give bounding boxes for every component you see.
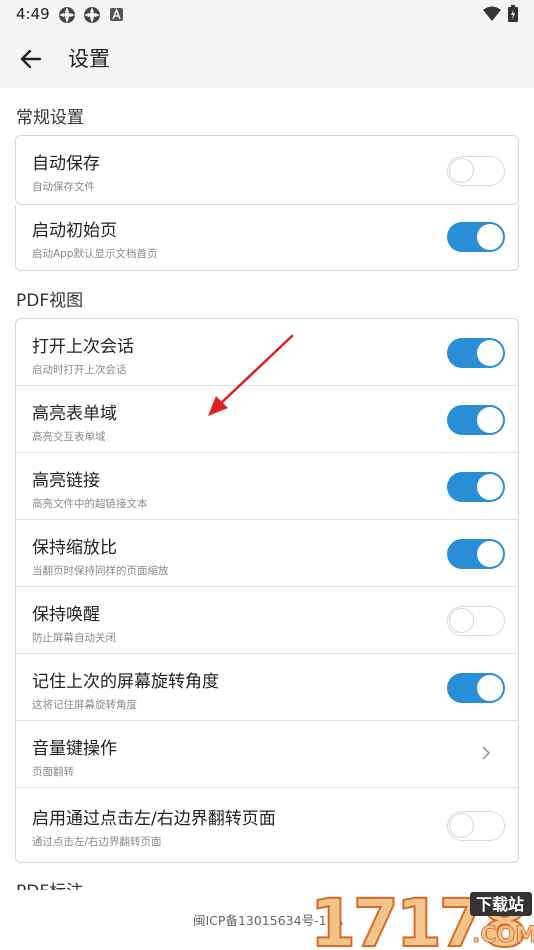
setting-row-autosave[interactable]: 自动保存 自动保存文件 [16,136,518,204]
setting-title: 高亮表单域 [32,404,117,424]
setting-row-startpage[interactable]: 启动初始页 启动App默认显示文档首页 [16,205,518,270]
setting-subtitle: 高亮交互表单域 [32,431,106,443]
chevron-right-icon [482,746,491,760]
setting-title: 自动保存 [32,154,100,174]
setting-subtitle: 防止屏幕自动关闭 [32,632,116,644]
arrow-left-icon[interactable] [18,46,44,72]
setting-row-volume-keys[interactable]: 音量键操作 页面翻转 [16,721,518,788]
toggle-knob [477,541,503,567]
section-title-pdf-annot: PDF标注 [16,877,83,890]
watermark-domain: .COM [472,923,534,948]
setting-row-highlight-links[interactable]: 高亮链接 高亮文件中的超链接文本 [16,453,518,520]
tap-edge-turn-toggle[interactable] [447,811,505,841]
toggle-knob [449,608,474,633]
site-watermark-logo: 17178 下载站 .COM [310,884,534,950]
autosave-toggle[interactable] [447,156,505,186]
toggle-knob [477,340,503,366]
section-title-pdf-view: PDF视图 [16,291,84,311]
watermark-badge: 下载站 [476,895,524,914]
highlight-forms-toggle[interactable] [447,405,505,435]
setting-row-tap-edge-turn[interactable]: 启用通过点击左/右边界翻转页面 通过点击左/右边界翻转页面 [16,788,518,865]
setting-subtitle: 高亮文件中的超链接文本 [32,498,148,510]
app-bar: 设置 [0,28,534,88]
open-last-session-toggle[interactable] [447,338,505,368]
a-square-icon [110,8,123,21]
toggle-knob [449,813,474,838]
app-notification-icon [59,7,75,23]
toggle-knob [477,675,503,701]
highlight-links-toggle[interactable] [447,472,505,502]
setting-title: 启用通过点击左/右边界翻转页面 [32,809,276,829]
status-bar: 4:49 [0,0,534,28]
setting-title: 启动初始页 [32,221,117,241]
status-time: 4:49 [16,5,50,23]
section-title-general: 常规设置 [16,108,84,128]
setting-title: 保持唤醒 [32,605,100,625]
setting-title: 记住上次的屏幕旋转角度 [32,672,219,692]
setting-title: 保持缩放比 [32,538,117,558]
setting-subtitle: 启动App默认显示文档首页 [32,248,158,260]
setting-card-autosave: 自动保存 自动保存文件 [15,135,519,205]
setting-subtitle: 自动保存文件 [32,181,95,193]
setting-row-keep-awake[interactable]: 保持唤醒 防止屏幕自动关闭 [16,587,518,654]
setting-title: 高亮链接 [32,471,100,491]
setting-subtitle: 通过点击左/右边界翻转页面 [32,836,162,848]
battery-icon [508,5,518,22]
wifi-icon [483,6,501,21]
app-notification-icon [84,7,100,23]
startpage-toggle[interactable] [447,222,505,252]
setting-title: 音量键操作 [32,739,117,759]
setting-row-remember-rotation[interactable]: 记住上次的屏幕旋转角度 这将记住屏幕旋转角度 [16,654,518,721]
toggle-knob [477,407,503,433]
setting-title: 打开上次会话 [32,337,134,357]
setting-card-startpage: 启动初始页 启动App默认显示文档首页 [15,205,519,271]
remember-rotation-toggle[interactable] [447,673,505,703]
setting-row-keep-zoom[interactable]: 保持缩放比 当翻页时保持同样的页面缩放 [16,520,518,587]
setting-subtitle: 启动时打开上次会话 [32,364,127,376]
setting-subtitle: 这将记住屏幕旋转角度 [32,699,137,711]
page-title: 设置 [68,47,110,71]
toggle-knob [477,474,503,500]
annotation-arrow-icon [208,334,294,416]
toggle-knob [449,158,474,183]
keep-awake-toggle[interactable] [447,606,505,636]
toggle-knob [477,224,503,250]
keep-zoom-toggle[interactable] [447,539,505,569]
setting-subtitle: 当翻页时保持同样的页面缩放 [32,565,169,577]
setting-subtitle: 页面翻转 [32,766,74,778]
